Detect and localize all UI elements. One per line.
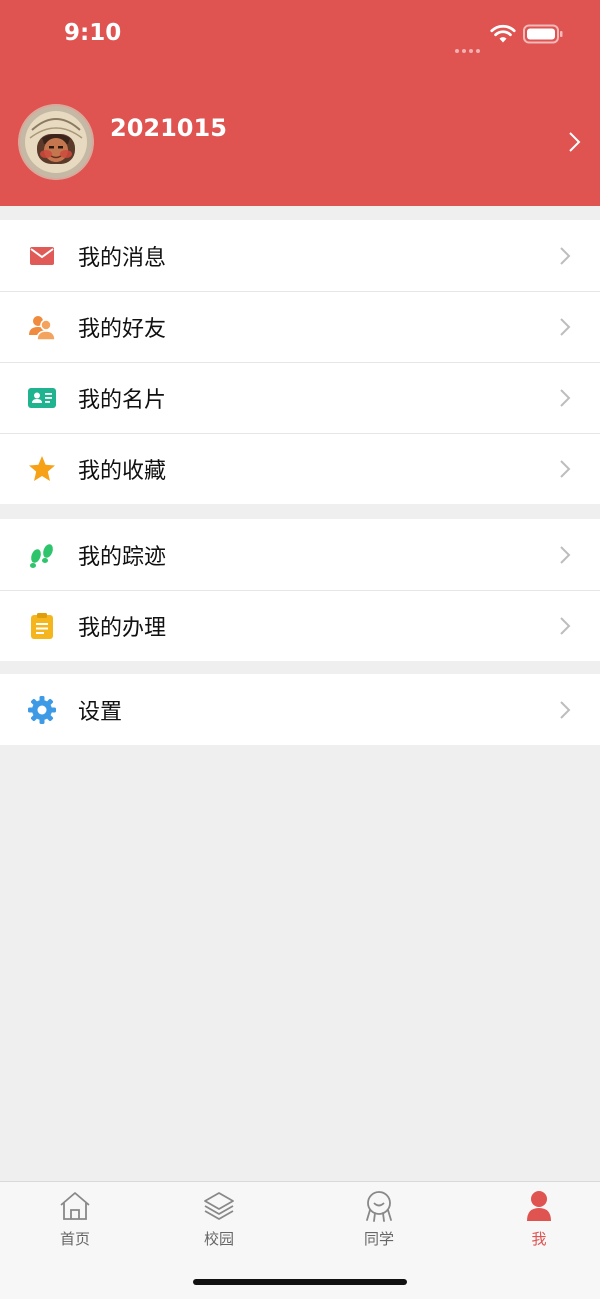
menu-item-label: 我的办理 (78, 616, 167, 641)
menu-item-business-card[interactable]: 我的名片 (0, 362, 600, 433)
home-indicator (193, 1279, 407, 1285)
tab-home[interactable]: 首页 (0, 1182, 150, 1262)
tab-label: 校园 (203, 1230, 234, 1248)
gear-icon (28, 696, 56, 724)
signal-icon (455, 38, 483, 57)
tab-label: 我 (531, 1230, 547, 1248)
clipboard-icon (31, 613, 53, 639)
chevron-right-icon (560, 546, 571, 564)
chevron-right-icon (560, 460, 571, 478)
person-icon (527, 1191, 551, 1221)
menu-item-messages[interactable]: 我的消息 (0, 220, 600, 291)
menu-item-label: 我的消息 (78, 246, 167, 271)
tab-me[interactable]: 我 (464, 1182, 600, 1262)
footprints-icon (30, 544, 53, 568)
status-time: 9:10 (64, 20, 122, 46)
battery-icon (523, 24, 563, 44)
menu-item-label: 我的好友 (78, 317, 167, 342)
menu-item-transactions[interactable]: 我的办理 (0, 590, 600, 661)
username: 2021015 (110, 114, 227, 142)
chevron-right-icon (560, 389, 571, 407)
id-card-icon (28, 388, 56, 408)
menu-item-footprints[interactable]: 我的踪迹 (0, 519, 600, 590)
friends-icon (29, 316, 56, 341)
menu-item-favorites[interactable]: 我的收藏 (0, 433, 600, 504)
profile-header[interactable]: 9:10 2021015 (0, 0, 600, 206)
chevron-right-icon (560, 617, 571, 635)
menu-item-label: 我的名片 (78, 388, 167, 413)
menu-group-3: 设置 (0, 674, 600, 745)
tab-label: 首页 (59, 1230, 90, 1248)
menu-item-label: 设置 (78, 700, 123, 725)
menu-item-friends[interactable]: 我的好友 (0, 291, 600, 362)
home-icon (60, 1192, 90, 1220)
layers-icon (204, 1192, 234, 1220)
classmates-icon (366, 1191, 392, 1222)
star-icon (29, 456, 55, 481)
chevron-right-icon (560, 318, 571, 336)
menu-item-label: 我的收藏 (78, 459, 167, 484)
menu-item-label: 我的踪迹 (78, 545, 167, 570)
menu-item-settings[interactable]: 设置 (0, 674, 600, 745)
menu-group-2: 我的踪迹 我的办理 (0, 519, 600, 661)
avatar[interactable] (18, 104, 94, 180)
chevron-right-icon (560, 247, 571, 265)
tab-classmates[interactable]: 同学 (304, 1182, 454, 1262)
wifi-icon (490, 24, 516, 43)
menu-group-1: 我的消息 我的好友 我的名片 我的收藏 (0, 220, 600, 504)
tab-campus[interactable]: 校园 (144, 1182, 294, 1262)
chevron-right-icon (560, 701, 571, 719)
tab-label: 同学 (363, 1230, 394, 1248)
chevron-right-icon[interactable] (568, 131, 582, 153)
mail-icon (30, 247, 54, 265)
